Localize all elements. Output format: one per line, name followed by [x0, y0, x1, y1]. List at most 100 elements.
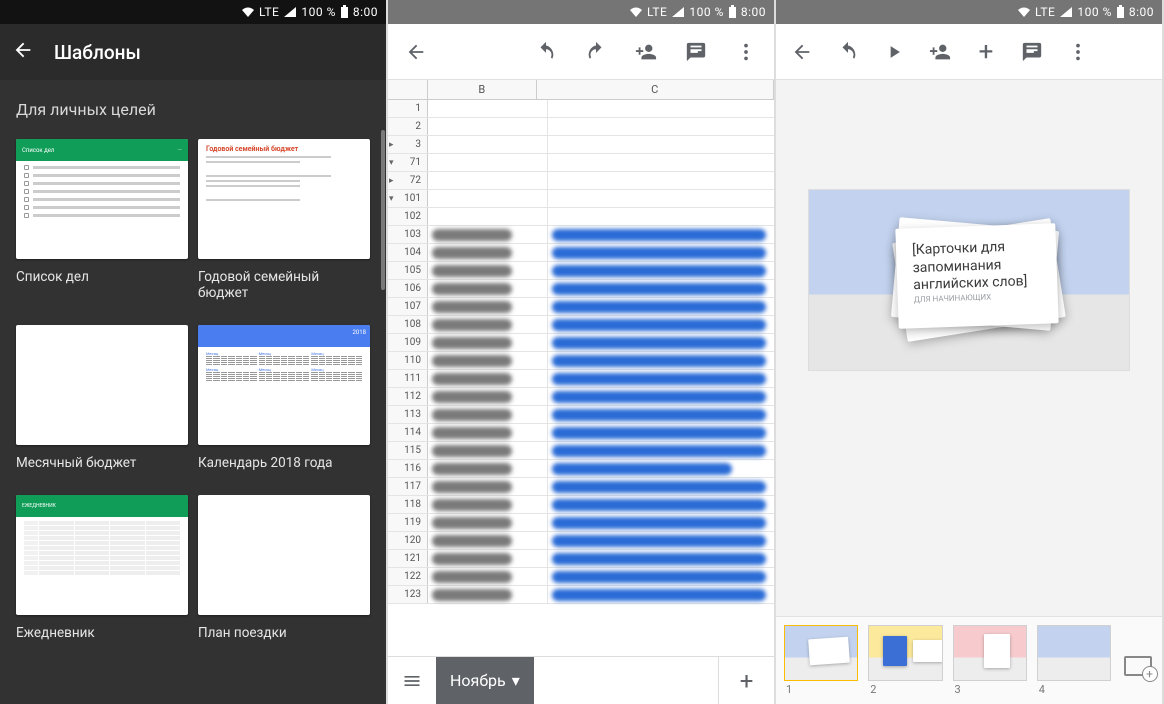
table-row[interactable]: 72▸: [388, 172, 774, 190]
cell[interactable]: [548, 172, 774, 189]
cell[interactable]: [428, 496, 548, 513]
cell[interactable]: [428, 334, 548, 351]
cell[interactable]: [548, 586, 774, 603]
cell[interactable]: [428, 370, 548, 387]
slide-thumb[interactable]: 3: [953, 625, 1027, 696]
row-number[interactable]: 102: [388, 208, 428, 225]
cell[interactable]: [428, 316, 548, 333]
table-row[interactable]: 106: [388, 280, 774, 298]
cell[interactable]: [548, 334, 774, 351]
add-slide-button[interactable]: [1121, 625, 1154, 696]
cell[interactable]: [548, 280, 774, 297]
table-row[interactable]: 1: [388, 100, 774, 118]
column-header[interactable]: B: [428, 80, 537, 99]
cell[interactable]: [548, 244, 774, 261]
row-number[interactable]: 103: [388, 226, 428, 243]
template-planner[interactable]: ЕЖЕДНЕВНИКЕжедневник: [16, 495, 188, 641]
slide-main[interactable]: [Карточки для запоминания английских сло…: [809, 190, 1129, 370]
table-row[interactable]: 107: [388, 298, 774, 316]
table-row[interactable]: 112: [388, 388, 774, 406]
table-row[interactable]: 115: [388, 442, 774, 460]
row-number[interactable]: 121: [388, 550, 428, 567]
table-row[interactable]: 121: [388, 550, 774, 568]
table-row[interactable]: 116: [388, 460, 774, 478]
cell[interactable]: [428, 118, 548, 135]
row-number[interactable]: 109: [388, 334, 428, 351]
present-icon[interactable]: [872, 30, 916, 74]
row-number[interactable]: 72▸: [388, 172, 428, 189]
cell[interactable]: [548, 388, 774, 405]
row-number[interactable]: 115: [388, 442, 428, 459]
undo-icon[interactable]: [826, 30, 870, 74]
table-row[interactable]: 118: [388, 496, 774, 514]
template-blank[interactable]: Месячный бюджет: [16, 325, 188, 471]
row-number[interactable]: 1: [388, 100, 428, 117]
table-row[interactable]: 123: [388, 586, 774, 604]
table-row[interactable]: 108: [388, 316, 774, 334]
template-blank[interactable]: План поездки: [198, 495, 370, 641]
group-toggle-icon[interactable]: ▸: [389, 172, 394, 190]
table-row[interactable]: 114: [388, 424, 774, 442]
cell[interactable]: [428, 442, 548, 459]
cell[interactable]: [428, 532, 548, 549]
undo-icon[interactable]: [526, 32, 566, 72]
row-number[interactable]: 113: [388, 406, 428, 423]
cell[interactable]: [548, 298, 774, 315]
cell[interactable]: [548, 550, 774, 567]
back-icon[interactable]: [396, 32, 436, 72]
cell[interactable]: [428, 586, 548, 603]
redo-icon[interactable]: [576, 32, 616, 72]
cell[interactable]: [548, 190, 774, 207]
cell[interactable]: [428, 424, 548, 441]
cell[interactable]: [548, 460, 774, 477]
column-header[interactable]: C: [537, 80, 775, 99]
row-number[interactable]: 71▾: [388, 154, 428, 171]
cell[interactable]: [548, 136, 774, 153]
cell[interactable]: [548, 118, 774, 135]
row-number[interactable]: 111: [388, 370, 428, 387]
cell[interactable]: [428, 514, 548, 531]
more-icon[interactable]: [726, 32, 766, 72]
row-number[interactable]: 112: [388, 388, 428, 405]
cell[interactable]: [548, 514, 774, 531]
table-row[interactable]: 122: [388, 568, 774, 586]
row-number[interactable]: 123: [388, 586, 428, 603]
cell[interactable]: [428, 154, 548, 171]
group-toggle-icon[interactable]: ▾: [389, 154, 394, 172]
active-sheet-tab[interactable]: Ноябрь ▾: [436, 657, 534, 704]
comment-icon[interactable]: [676, 32, 716, 72]
cell[interactable]: [548, 442, 774, 459]
table-row[interactable]: 103: [388, 226, 774, 244]
table-row[interactable]: 120: [388, 532, 774, 550]
cell[interactable]: [428, 172, 548, 189]
cell[interactable]: [548, 208, 774, 225]
row-number[interactable]: 106: [388, 280, 428, 297]
cell[interactable]: [428, 208, 548, 225]
cell[interactable]: [548, 262, 774, 279]
row-number[interactable]: 118: [388, 496, 428, 513]
cell[interactable]: [548, 496, 774, 513]
row-number[interactable]: 114: [388, 424, 428, 441]
cell[interactable]: [428, 352, 548, 369]
sheets-menu-icon[interactable]: [388, 657, 436, 704]
row-number[interactable]: 105: [388, 262, 428, 279]
cell[interactable]: [428, 478, 548, 495]
insert-icon[interactable]: +: [964, 30, 1008, 74]
row-number[interactable]: 120: [388, 532, 428, 549]
cell[interactable]: [428, 136, 548, 153]
cell[interactable]: [548, 370, 774, 387]
table-row[interactable]: 111: [388, 370, 774, 388]
group-toggle-icon[interactable]: ▾: [389, 190, 394, 208]
cell[interactable]: [428, 226, 548, 243]
table-row[interactable]: 117: [388, 478, 774, 496]
table-row[interactable]: 105: [388, 262, 774, 280]
more-icon[interactable]: [1056, 30, 1100, 74]
cell[interactable]: [548, 316, 774, 333]
table-row[interactable]: 2: [388, 118, 774, 136]
slide-thumb[interactable]: 4: [1037, 625, 1111, 696]
table-row[interactable]: 3▸: [388, 136, 774, 154]
cell[interactable]: [548, 100, 774, 117]
row-number[interactable]: 122: [388, 568, 428, 585]
table-row[interactable]: 101▾: [388, 190, 774, 208]
template-budget[interactable]: Годовой семейный бюджетГодовой семейный …: [198, 139, 370, 301]
